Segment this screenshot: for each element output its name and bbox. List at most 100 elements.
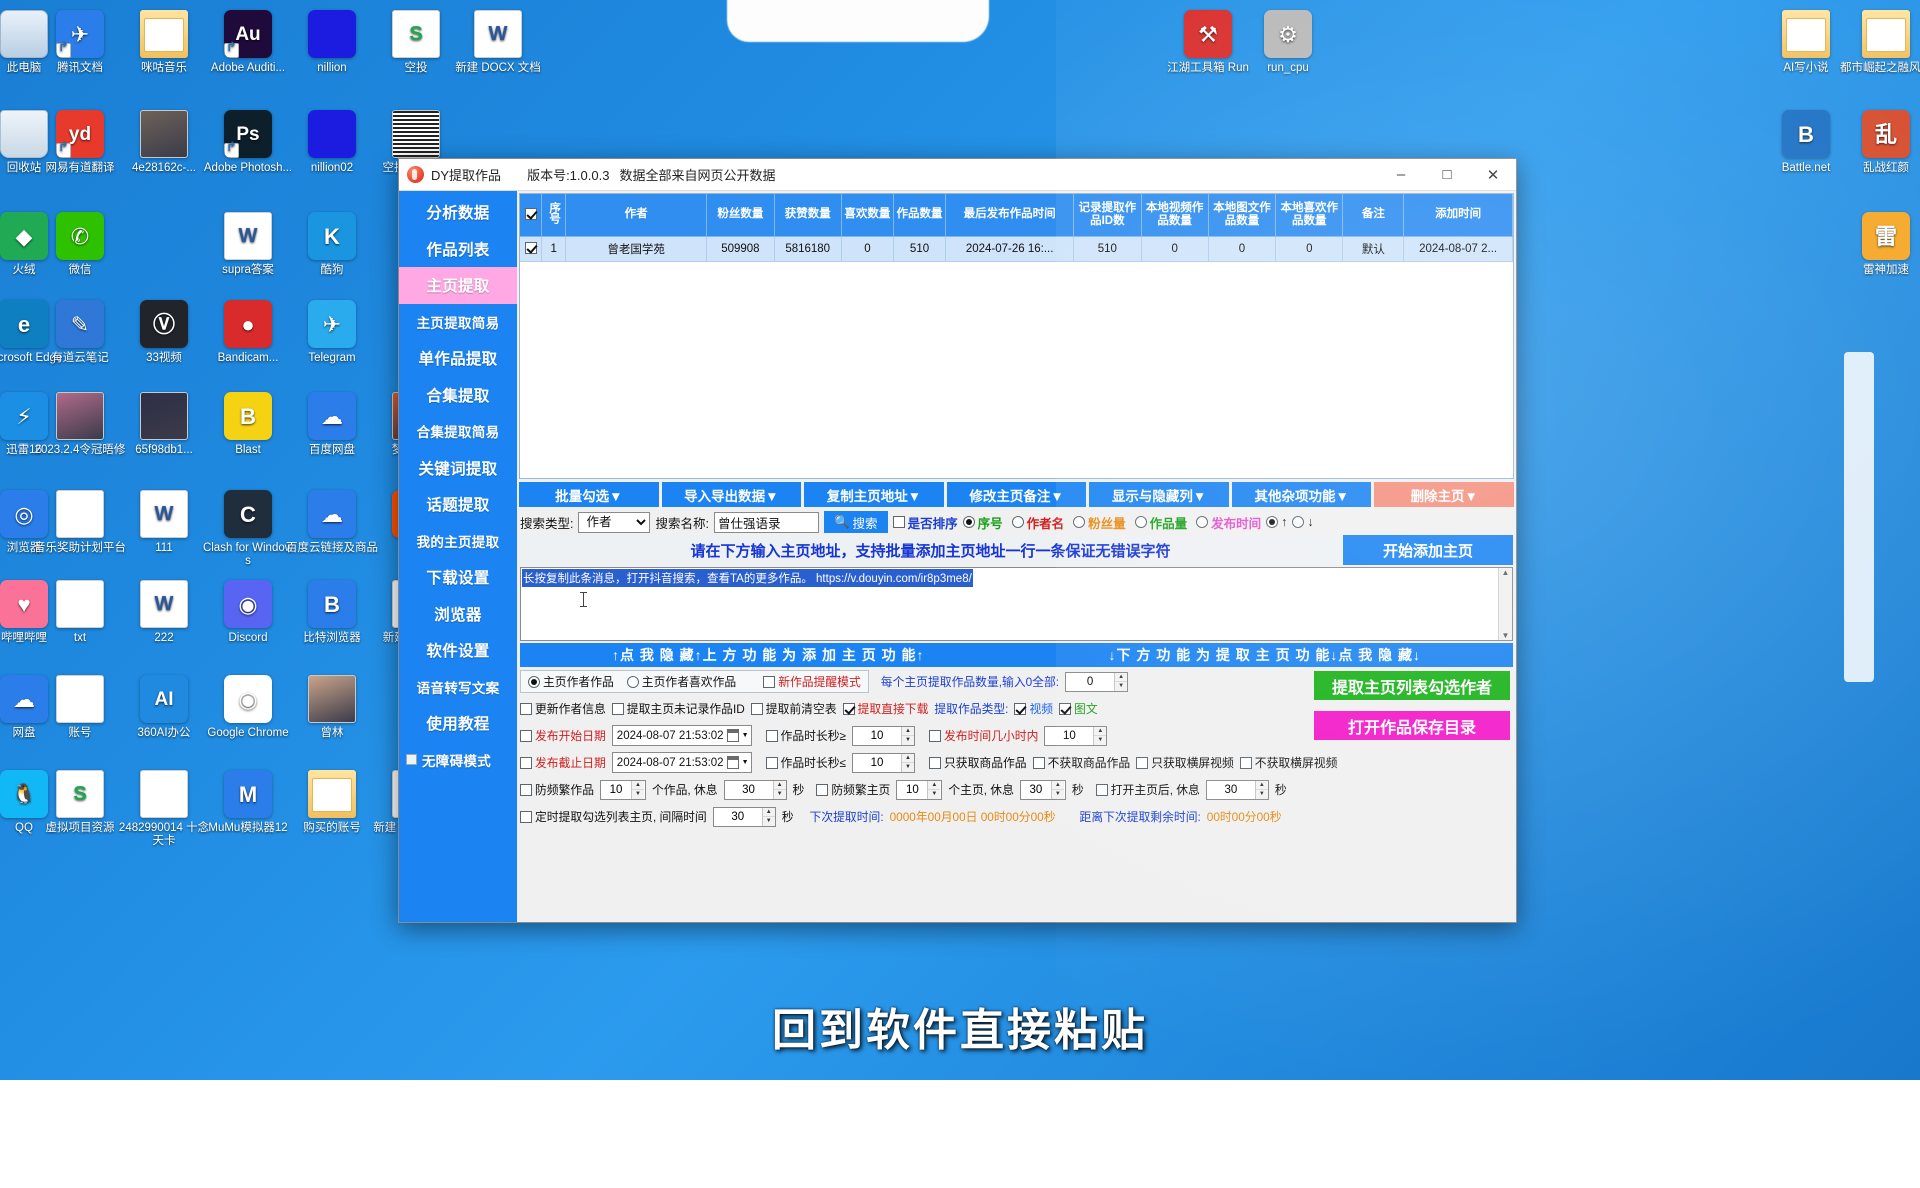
anti-freq-works-count-stepper[interactable]: ▲▼ (600, 780, 646, 800)
option-new-work-alert[interactable]: 新作品提醒模式 (763, 673, 861, 690)
stepper-down-icon[interactable]: ▼ (1094, 736, 1106, 745)
option-within-hours[interactable]: 发布时间几小时内 (929, 727, 1038, 744)
search-name-input[interactable] (714, 512, 819, 533)
desktop-icon[interactable]: AI写小说 (1760, 10, 1852, 75)
sidebar-item-0[interactable]: 分析数据 (399, 194, 517, 231)
table-header-likes_got[interactable]: 获赞数量 (774, 194, 841, 236)
sidebar-item-10[interactable]: 下载设置 (399, 559, 517, 596)
only-goods-checkbox[interactable] (929, 757, 941, 769)
video-checkbox[interactable] (1014, 703, 1026, 715)
per-home-count-input[interactable] (1066, 673, 1114, 691)
table-header-check[interactable] (520, 194, 542, 236)
toolbar-button-2[interactable]: 复制主页地址▼ (804, 482, 944, 507)
sort-asc-option[interactable]: ↑ (1266, 515, 1287, 529)
anti-freq-home-count-stepper[interactable]: ▲▼ (896, 780, 942, 800)
desktop-icon[interactable]: S虚拟项目资源 (34, 770, 126, 835)
stepper-down-icon[interactable]: ▼ (1256, 790, 1268, 799)
rest-arrows[interactable]: ▲▼ (1051, 781, 1064, 799)
sort-asc-radio[interactable] (1266, 516, 1278, 528)
count-arrows[interactable]: ▲▼ (631, 781, 644, 799)
desktop-icon[interactable]: CClash for Windows (202, 490, 294, 568)
option-start-date[interactable]: 发布开始日期 (520, 727, 606, 744)
toolbar-button-4[interactable]: 显示与隐藏列▼ (1089, 482, 1229, 507)
select-all-checkbox[interactable] (525, 208, 537, 220)
sidebar-item-5[interactable]: 合集提取 (399, 377, 517, 414)
chevron-down-icon[interactable]: ▼ (742, 759, 749, 766)
duration-gte-checkbox[interactable] (766, 730, 778, 742)
sort-option-radio[interactable] (1073, 516, 1085, 528)
per-home-count-arrows[interactable]: ▲▼ (1114, 673, 1127, 691)
search-button[interactable]: 🔍 搜索 (824, 511, 888, 533)
table-cell-last_publish[interactable]: 2024-07-26 16:... (946, 236, 1074, 261)
stepper-up-icon[interactable]: ▲ (902, 727, 914, 737)
desktop-icon[interactable]: 曾林 (286, 675, 378, 740)
within-hours-checkbox[interactable] (929, 730, 941, 742)
author-works-radio[interactable] (528, 676, 540, 688)
stepper-up-icon[interactable]: ▲ (632, 781, 644, 791)
desktop-icon[interactable]: 2482990014 十念天卡 (118, 770, 210, 848)
option-update-author-info[interactable]: 更新作者信息 (520, 700, 606, 717)
option-extract-unrecorded[interactable]: 提取主页未记录作品ID (612, 700, 745, 717)
author-table-container[interactable]: 序号作者粉丝数量获赞数量喜欢数量作品数量最后发布作品时间记录提取作品ID数本地视… (519, 193, 1514, 479)
desktop-icon[interactable]: W222 (118, 580, 210, 645)
author-likes-radio[interactable] (627, 676, 639, 688)
timed-extract-stepper[interactable]: ▲▼ (713, 807, 776, 827)
table-cell-local_video[interactable]: 0 (1141, 236, 1208, 261)
option-author-likes[interactable]: 主页作者喜欢作品 (627, 673, 736, 690)
desktop-icon[interactable]: 65f98db1... (118, 392, 210, 457)
desktop-icon[interactable]: 都市崛起之融风云 (1840, 10, 1920, 75)
option-end-date[interactable]: 发布截止日期 (520, 754, 606, 771)
within-hours-stepper[interactable]: ▲▼ (1044, 726, 1107, 746)
desktop-icon[interactable]: ✈腾讯文档 (34, 10, 126, 75)
anti-freq-works-rest-input[interactable] (725, 781, 773, 799)
no-goods-checkbox[interactable] (1033, 757, 1045, 769)
table-cell-index[interactable]: 1 (542, 236, 566, 261)
hide-upper-functions-label[interactable]: ↑点 我 隐 藏↑上 方 功 能 为 添 加 主 页 功 能↑ (612, 645, 925, 665)
extract-selected-authors-button[interactable]: 提取主页列表勾选作者 (1314, 671, 1510, 700)
table-header-fans[interactable]: 粉丝数量 (707, 194, 774, 236)
table-cell-local_image[interactable]: 0 (1208, 236, 1275, 261)
table-header-index[interactable]: 序号 (542, 194, 566, 236)
duration-lte-arrows[interactable]: ▲▼ (901, 754, 914, 772)
option-timed-extract[interactable]: 定时提取勾选列表主页, 间隔时间 (520, 808, 707, 825)
section-toggle-strip[interactable]: ↑点 我 隐 藏↑上 方 功 能 为 添 加 主 页 功 能↑ ↓下 方 功 能… (520, 643, 1513, 667)
desktop-icon[interactable]: MMuMu模拟器12 (202, 770, 294, 835)
within-hours-arrows[interactable]: ▲▼ (1093, 727, 1106, 745)
option-direct-download[interactable]: 提取直接下载 (843, 700, 929, 717)
no-landscape-checkbox[interactable] (1240, 757, 1252, 769)
chevron-down-icon[interactable]: ▼ (742, 732, 749, 739)
option-author-works[interactable]: 主页作者作品 (528, 673, 614, 690)
option-video[interactable]: 视频 (1014, 700, 1053, 717)
duration-gte-stepper[interactable]: ▲▼ (852, 726, 915, 746)
desktop-icon[interactable]: W新建 DOCX 文档 (452, 10, 544, 75)
sidebar-item-7[interactable]: 关键词提取 (399, 450, 517, 487)
sort-desc-option[interactable]: ↓ (1292, 515, 1313, 529)
table-header-added_time[interactable]: 添加时间 (1404, 194, 1513, 236)
row-select-checkbox[interactable] (525, 242, 537, 254)
desktop-icon[interactable]: 购买的账号 (286, 770, 378, 835)
end-date-picker[interactable]: 2024-08-07 21:53:02 ▼ (612, 752, 752, 773)
direct-download-checkbox[interactable] (843, 703, 855, 715)
stepper-up-icon[interactable]: ▲ (902, 754, 914, 764)
open-save-directory-button[interactable]: 打开作品保存目录 (1314, 711, 1510, 740)
per-home-count-stepper[interactable]: ▲▼ (1065, 672, 1128, 692)
sort-option-radio[interactable] (1135, 516, 1147, 528)
desktop-icon[interactable]: PsAdobe Photosh... (202, 110, 294, 175)
hide-lower-functions-label[interactable]: ↓下 方 功 能 为 提 取 主 页 功 能↓点 我 隐 藏↓ (1108, 645, 1421, 665)
desktop-icon[interactable]: ⚙run_cpu (1242, 10, 1334, 75)
toolbar-button-3[interactable]: 修改主页备注▼ (947, 482, 1087, 507)
desktop-icon[interactable]: yd网易有道翻译 (34, 110, 126, 175)
option-anti-freq-works[interactable]: 防频繁作品 (520, 781, 594, 798)
table-header-last_publish[interactable]: 最后发布作品时间 (946, 194, 1074, 236)
stepper-down-icon[interactable]: ▼ (1115, 682, 1127, 691)
stepper-down-icon[interactable]: ▼ (928, 790, 940, 799)
table-header-remark[interactable]: 备注 (1343, 194, 1404, 236)
desktop-icon[interactable]: BBlast (202, 392, 294, 457)
only-landscape-checkbox[interactable] (1136, 757, 1148, 769)
anti-freq-home-checkbox[interactable] (816, 784, 828, 796)
stepper-up-icon[interactable]: ▲ (763, 808, 775, 818)
desktop-icon[interactable]: ✆微信 (34, 212, 126, 277)
toolbar-button-1[interactable]: 导入导出数据▼ (662, 482, 802, 507)
anti-freq-home-count-input[interactable] (897, 781, 927, 799)
option-image-text[interactable]: 图文 (1059, 700, 1098, 717)
